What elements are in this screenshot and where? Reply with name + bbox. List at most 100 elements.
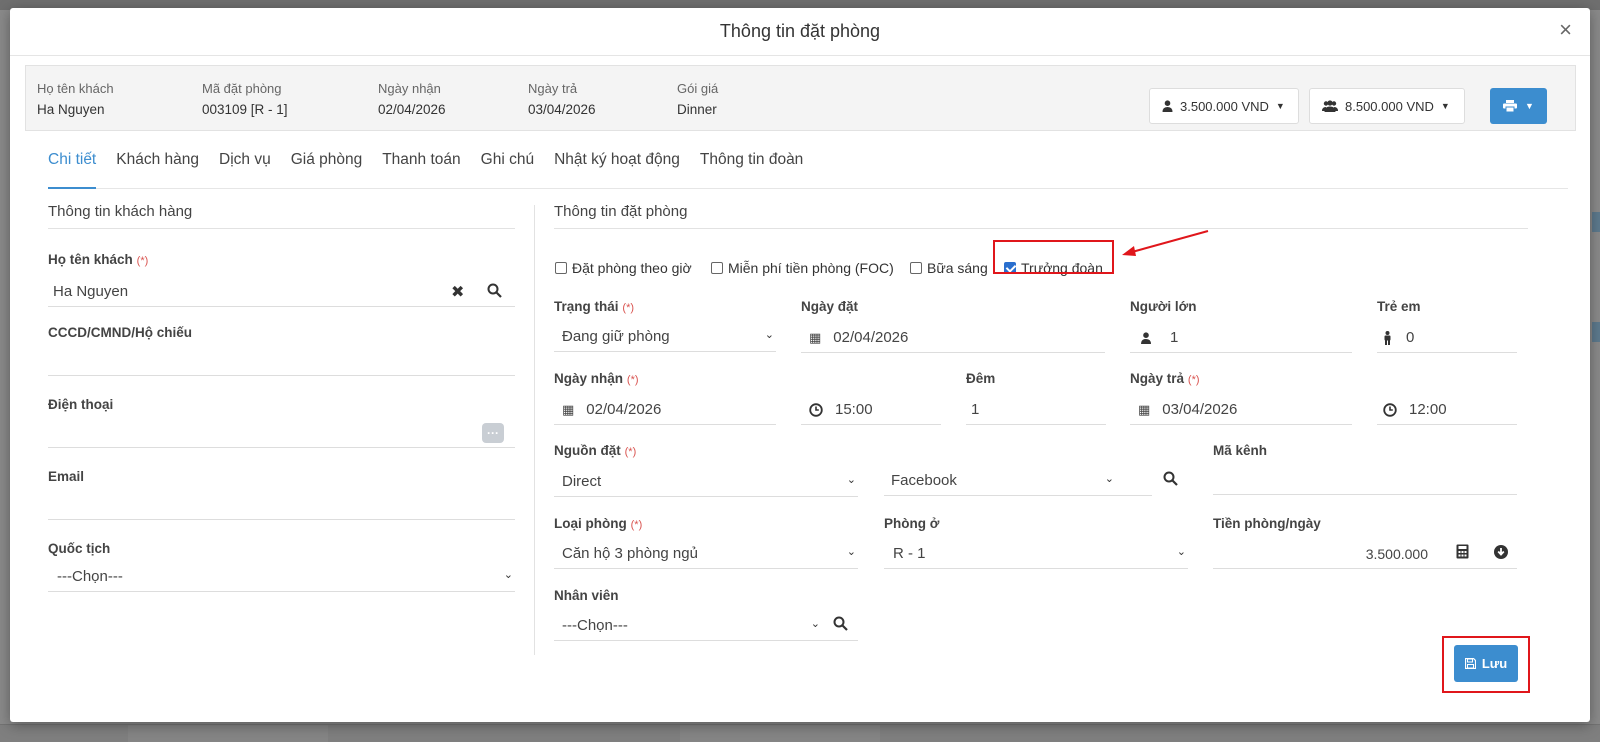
checkbox-box [555, 262, 567, 274]
nationality-label-group: Quốc tịch [48, 540, 110, 556]
price-label-group: Tiền phòng/ngày [1213, 515, 1321, 531]
checkbox-box [910, 262, 922, 274]
hourly-booking-label: Đặt phòng theo giờ [572, 260, 692, 276]
save-icon [1464, 658, 1476, 669]
breakfast-label: Bữa sáng [927, 260, 988, 276]
checkout-time-input[interactable]: 12:00 [1377, 395, 1517, 425]
checkout-label: Ngày trả [1130, 371, 1185, 386]
customer-section-title: Thông tin khách hàng [48, 203, 515, 229]
name-label: Họ tên khách [48, 252, 133, 267]
print-button[interactable]: ▼ [1490, 88, 1547, 124]
nights-input[interactable]: 1 [966, 395, 1106, 425]
close-icon[interactable]: × [1559, 19, 1572, 41]
booking-modal: Thông tin đặt phòng × Họ tên khách Ha Ng… [10, 8, 1590, 722]
required-mark: (*) [630, 519, 643, 531]
download-circle-icon[interactable] [1494, 545, 1508, 559]
save-button[interactable]: Lưu [1454, 645, 1518, 682]
channel-input[interactable] [1213, 465, 1517, 495]
tab-dich-vu[interactable]: Dịch vụ [219, 149, 271, 189]
room-label-group: Phòng ở [884, 515, 939, 531]
column-divider [534, 205, 535, 655]
search-icon[interactable] [833, 616, 848, 631]
hourly-booking-checkbox[interactable]: Đặt phòng theo giờ [555, 260, 692, 276]
channel-label-group: Mã kênh [1213, 442, 1267, 458]
required-mark: (*) [624, 446, 637, 458]
summary-checkout-label: Ngày trả [528, 81, 578, 96]
staff-label-group: Nhân viên [554, 587, 619, 603]
checkout-label-group: Ngày trả (*) [1130, 370, 1200, 386]
chevron-down-icon: ⌄ [764, 329, 774, 341]
email-input[interactable] [48, 490, 515, 520]
tab-gia-phong[interactable]: Giá phòng [291, 149, 363, 189]
room-amount-dropdown[interactable]: 3.500.000 VND ▼ [1149, 88, 1299, 124]
nationality-select[interactable]: ---Chọn--- ⌄ [48, 562, 515, 592]
tab-chi-tiet[interactable]: Chi tiết [48, 149, 97, 189]
summary-guest-value: Ha Nguyen [37, 102, 105, 117]
search-icon[interactable] [487, 283, 502, 298]
tab-nhat-ky[interactable]: Nhật ký hoạt động [554, 149, 680, 189]
summary-guest-label: Họ tên khách [37, 81, 114, 96]
caret-down-icon: ▼ [1275, 101, 1285, 111]
checkin-time-input[interactable]: 15:00 [801, 395, 941, 425]
email-label-group: Email [48, 468, 84, 484]
calculator-icon[interactable] [1456, 544, 1469, 559]
adults-value: 1 [1170, 329, 1179, 346]
breakfast-checkbox[interactable]: Bữa sáng [910, 260, 988, 276]
summary-guest: Họ tên khách Ha Nguyen [37, 81, 114, 117]
required-mark: (*) [622, 302, 635, 314]
phone-input[interactable] [48, 418, 515, 448]
staff-select[interactable]: ---Chọn--- ⌄ [554, 611, 858, 641]
tab-khach-hang[interactable]: Khách hàng [116, 149, 199, 189]
guest-name-value: Ha Nguyen [53, 283, 129, 300]
price-label: Tiền phòng/ngày [1213, 516, 1321, 531]
checkin-date-input[interactable]: ▦ 02/04/2026 [554, 395, 776, 425]
id-number-input[interactable] [48, 346, 515, 376]
clear-icon[interactable]: ✖ [451, 282, 464, 302]
room-label: Phòng ở [884, 516, 940, 531]
children-input[interactable]: 0 [1377, 323, 1517, 353]
foc-label: Miễn phí tiền phòng (FOC) [728, 260, 894, 276]
nationality-label: Quốc tịch [48, 541, 111, 556]
search-icon[interactable] [1163, 471, 1178, 486]
calendar-icon: ▦ [562, 401, 575, 417]
source-value: Direct [562, 473, 602, 490]
checkout-date-input[interactable]: ▦ 03/04/2026 [1130, 395, 1352, 425]
room-type-label-group: Loại phòng (*) [554, 515, 642, 531]
nights-label-group: Đêm [966, 370, 995, 386]
save-label: Lưu [1481, 656, 1508, 671]
room-value: R - 1 [893, 545, 926, 562]
summary-checkout: Ngày trả 03/04/2026 [528, 81, 596, 117]
checkout-time-value: 12:00 [1409, 401, 1447, 418]
summary-checkin: Ngày nhận 02/04/2026 [378, 81, 446, 117]
price-value: 3.500.000 [1365, 545, 1428, 562]
foc-checkbox[interactable]: Miễn phí tiền phòng (FOC) [711, 260, 894, 276]
summary-rate: Gói giá Dinner [677, 81, 718, 117]
booking-tabs: Chi tiết Khách hàng Dịch vụ Giá phòng Th… [48, 149, 1568, 189]
more-options-icon[interactable]: ··· [482, 423, 504, 443]
source-sub-select[interactable]: Facebook ⌄ [884, 466, 1152, 496]
chevron-down-icon: ⌄ [1104, 473, 1114, 485]
staff-value: ---Chọn--- [562, 617, 628, 634]
group-amount-dropdown[interactable]: 8.500.000 VND ▼ [1309, 88, 1465, 124]
status-value: Đang giữ phòng [562, 328, 670, 345]
status-label: Trạng thái [554, 299, 619, 314]
room-type-select[interactable]: Căn hộ 3 phòng ngủ ⌄ [554, 539, 858, 569]
users-icon [1322, 100, 1338, 112]
nights-value: 1 [971, 401, 980, 418]
chevron-down-icon: ⌄ [846, 474, 856, 486]
status-select[interactable]: Đang giữ phòng ⌄ [554, 322, 776, 352]
booking-date-label: Ngày đặt [801, 299, 859, 314]
guest-name-input[interactable]: Ha Nguyen [48, 277, 515, 307]
adults-input[interactable]: 1 [1130, 323, 1352, 353]
tab-thong-tin-doan[interactable]: Thông tin đoàn [700, 149, 803, 189]
summary-checkin-label: Ngày nhận [378, 81, 441, 96]
arrow-annotation-icon [1122, 230, 1209, 256]
booking-summary: Họ tên khách Ha Nguyen Mã đặt phòng 0031… [25, 65, 1576, 131]
tab-ghi-chu[interactable]: Ghi chú [481, 149, 534, 189]
price-input[interactable]: 3.500.000 [1213, 539, 1517, 569]
booking-date-input[interactable]: ▦ 02/04/2026 [801, 323, 1105, 353]
room-select[interactable]: R - 1 ⌄ [884, 539, 1188, 569]
source-select[interactable]: Direct ⌄ [554, 467, 858, 497]
source-sub-value: Facebook [891, 472, 957, 489]
tab-thanh-toan[interactable]: Thanh toán [382, 149, 460, 189]
